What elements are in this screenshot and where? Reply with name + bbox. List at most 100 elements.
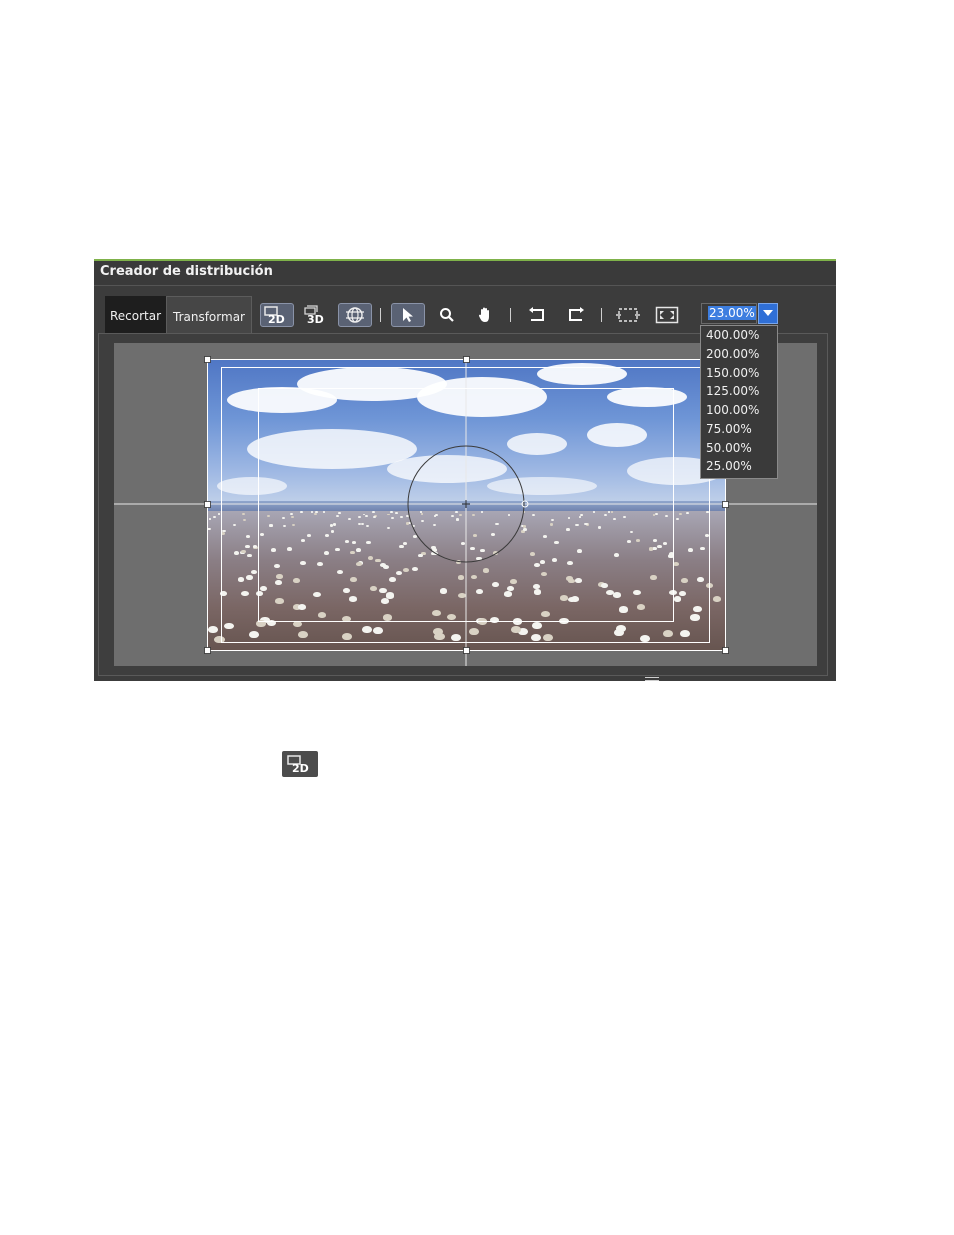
gannet bbox=[712, 596, 721, 602]
gannet bbox=[207, 527, 211, 531]
gannet bbox=[480, 548, 486, 552]
gannet bbox=[604, 514, 607, 516]
redo-icon bbox=[569, 307, 584, 321]
gannet bbox=[345, 539, 350, 543]
gannet bbox=[420, 519, 424, 522]
gannet bbox=[459, 513, 462, 516]
zoom-dropdown-button[interactable] bbox=[758, 303, 778, 324]
gannet bbox=[297, 630, 308, 639]
gannet bbox=[432, 628, 443, 636]
gannet bbox=[347, 518, 351, 521]
gannet bbox=[324, 551, 330, 555]
gannet bbox=[380, 597, 390, 604]
gannet bbox=[580, 514, 583, 516]
gannet bbox=[405, 522, 410, 525]
gannet bbox=[245, 544, 251, 548]
gannet bbox=[533, 589, 542, 595]
gannet bbox=[431, 548, 437, 552]
zoom-option[interactable]: 75.00% bbox=[706, 422, 752, 436]
gannet bbox=[539, 559, 546, 564]
gannet bbox=[522, 525, 527, 528]
gannet bbox=[690, 614, 700, 621]
fit-frame-button[interactable] bbox=[611, 303, 645, 327]
gannet bbox=[450, 633, 462, 641]
gannet bbox=[482, 568, 489, 573]
gannet bbox=[575, 523, 579, 527]
gannet bbox=[341, 632, 353, 640]
3d-mode-button[interactable]: 3D bbox=[299, 303, 333, 327]
preview-image bbox=[207, 359, 725, 650]
gannet bbox=[343, 587, 351, 593]
zoom-option[interactable]: 200.00% bbox=[706, 347, 759, 361]
gannet bbox=[275, 598, 284, 605]
gannet bbox=[507, 585, 515, 591]
zoom-option[interactable]: 50.00% bbox=[706, 441, 752, 455]
gannet bbox=[300, 538, 306, 542]
gannet bbox=[417, 553, 424, 558]
zoom-combo-input[interactable]: 23.00% bbox=[701, 303, 757, 324]
zoom-option[interactable]: 100.00% bbox=[706, 403, 759, 417]
gannet bbox=[522, 528, 527, 531]
gannet bbox=[282, 516, 285, 519]
sphere-grid-button[interactable] bbox=[338, 303, 372, 327]
gannet bbox=[269, 524, 273, 527]
chevron-down-icon bbox=[763, 310, 773, 316]
svg-text:2D: 2D bbox=[292, 762, 309, 775]
zoom-option[interactable]: 400.00% bbox=[706, 328, 759, 342]
gannet bbox=[559, 617, 569, 625]
gannet bbox=[390, 511, 393, 513]
toolbar-separator bbox=[601, 308, 602, 322]
gannet bbox=[370, 585, 378, 591]
zoom-options-list: 400.00% 200.00% 150.00% 125.00% 100.00% … bbox=[700, 325, 778, 479]
gannet bbox=[456, 518, 460, 521]
gannet bbox=[282, 524, 287, 527]
gannet bbox=[389, 577, 396, 582]
gannet bbox=[350, 577, 357, 582]
gannet bbox=[297, 603, 307, 610]
gannet bbox=[365, 524, 370, 527]
gannet bbox=[592, 511, 596, 513]
gannet bbox=[639, 634, 651, 643]
gannet bbox=[531, 622, 542, 630]
gannet bbox=[355, 548, 361, 552]
resize-grip[interactable] bbox=[645, 677, 659, 681]
gannet bbox=[560, 595, 569, 601]
gannet bbox=[450, 514, 454, 517]
gannet bbox=[512, 618, 522, 625]
gannet bbox=[241, 591, 249, 597]
gannet bbox=[361, 626, 372, 633]
fullscreen-button[interactable] bbox=[650, 303, 684, 327]
gannet bbox=[614, 552, 620, 557]
zoom-option[interactable]: 125.00% bbox=[706, 384, 759, 398]
hand-pan-icon bbox=[478, 307, 489, 322]
2d-mode-button[interactable]: 2D bbox=[260, 303, 294, 327]
gannet bbox=[390, 516, 394, 519]
gannet bbox=[655, 513, 658, 515]
zoom-tool-button[interactable] bbox=[430, 303, 464, 327]
gannet bbox=[292, 620, 303, 628]
gannet bbox=[510, 625, 521, 633]
gannet bbox=[214, 635, 225, 644]
zoom-magnifier-icon bbox=[440, 308, 454, 322]
gannet bbox=[300, 511, 303, 513]
gannet bbox=[529, 552, 535, 556]
gannet bbox=[600, 583, 608, 588]
undo-button[interactable] bbox=[520, 303, 554, 327]
select-button[interactable] bbox=[391, 303, 425, 327]
gannet bbox=[678, 590, 687, 596]
gannet bbox=[290, 516, 294, 519]
tab-recortar[interactable]: Recortar bbox=[105, 296, 166, 334]
gannet bbox=[306, 534, 311, 538]
gannet bbox=[335, 547, 341, 552]
gannet bbox=[475, 588, 484, 594]
gannet bbox=[672, 561, 679, 566]
tab-transformar[interactable]: Transformar bbox=[166, 296, 252, 334]
hand-tool-button[interactable] bbox=[468, 303, 502, 327]
gannet bbox=[693, 605, 703, 612]
gannet bbox=[372, 515, 376, 518]
gannet bbox=[317, 611, 327, 619]
redo-button[interactable] bbox=[559, 303, 593, 327]
zoom-option[interactable]: 150.00% bbox=[706, 366, 759, 380]
zoom-value: 23.00% bbox=[708, 306, 756, 320]
zoom-option[interactable]: 25.00% bbox=[706, 459, 752, 473]
